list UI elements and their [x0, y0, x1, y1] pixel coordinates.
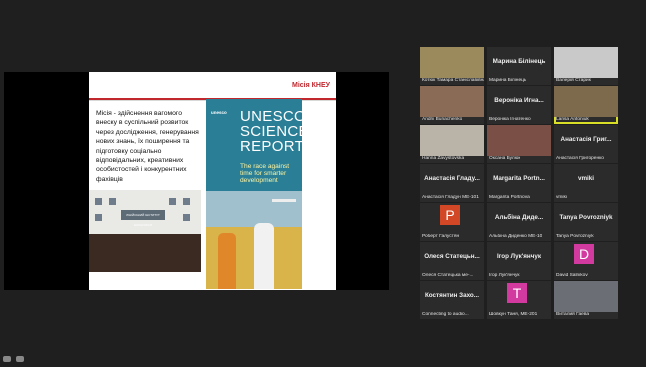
participant-tile[interactable]: Валерій Старик: [554, 47, 618, 85]
unesco-logo: unesco: [211, 110, 227, 115]
participant-tile[interactable]: Margarita Portn... Margarita Portnova: [487, 164, 551, 202]
participant-tile[interactable]: Tanya Povrozniyk Tanya Povrozniyk: [554, 203, 618, 241]
window: [183, 198, 190, 205]
participant-display-name: Олеся Статецьн...: [424, 253, 480, 260]
participant-label: Марина Білінець: [489, 78, 527, 83]
participant-tile[interactable]: D David Salnikov: [554, 242, 618, 280]
participant-tile[interactable]: Andrii Buriachenko: [420, 86, 484, 124]
participant-tile[interactable]: Hanna Zavystovska: [420, 125, 484, 163]
participant-label: Hanna Zavystovska: [422, 156, 465, 161]
participant-avatar: D: [574, 244, 594, 264]
participant-label: Анастасія Гладун МЕ-101: [422, 195, 479, 200]
participant-tile[interactable]: Марина Білінець Марина Білінець: [487, 47, 551, 85]
window: [95, 198, 102, 205]
participant-video: [554, 281, 618, 312]
participant-tile[interactable]: Анастасія Гладу... Анастасія Гладун МЕ-10…: [420, 164, 484, 202]
participant-label: Альбіна Диденко МЕ-10: [489, 234, 543, 239]
participant-tile[interactable]: Костянтин Захо... Connecting to audio...: [420, 281, 484, 319]
participant-label: Вероніка Ігнатенко: [489, 117, 531, 122]
building-facade: ЛІНІЙСЬКИЙ ІНСТИТУТ ЕКОНОМІКИ: [89, 190, 201, 236]
participant-video: [554, 47, 618, 78]
participant-tile[interactable]: P Роберт Галустян: [420, 203, 484, 241]
participant-display-name: Анастасія Григ...: [560, 136, 612, 143]
participant-label: Margarita Portnova: [489, 195, 530, 200]
participant-label: Анастасія Григоренко: [556, 156, 604, 161]
participant-tile[interactable]: Вероніка Игна... Вероніка Ігнатенко: [487, 86, 551, 124]
report-title: UNESCO SCIENCE REPORT: [240, 108, 302, 155]
participant-avatar: P: [440, 205, 460, 225]
participant-display-name: Костянтин Захо...: [424, 292, 480, 299]
presentation-slide: Місія КНЕУ Місія - здійснення вагомого в…: [89, 72, 336, 290]
university-photo: ЛІНІЙСЬКИЙ ІНСТИТУТ ЕКОНОМІКИ: [89, 190, 201, 272]
hazmat-figure: [254, 223, 274, 289]
participant-tile[interactable]: Олеся Статецьн... Олеся Статецька ме-...: [420, 242, 484, 280]
bottom-controls[interactable]: [3, 349, 53, 362]
slide-header: Місія КНЕУ: [89, 72, 336, 101]
participant-tile[interactable]: Ігор Лук'янчук Ігор Лук'янчук: [487, 242, 551, 280]
participant-tile[interactable]: Larisa Antoniuk: [554, 86, 618, 124]
participant-tile[interactable]: T Шовкун Таня, МЕ-201: [487, 281, 551, 319]
participant-display-name: Альбіна Диде...: [494, 214, 544, 221]
participant-tile[interactable]: Котюк Тамара Станіславівна: [420, 47, 484, 85]
graduates-crowd: [89, 234, 201, 272]
airplane-icon: [272, 199, 296, 202]
participant-display-name: Margarita Portn...: [493, 175, 545, 182]
participant-tile[interactable]: Анастасія Григ... Анастасія Григоренко: [554, 125, 618, 163]
building-sign: ЛІНІЙСЬКИЙ ІНСТИТУТ ЕКОНОМІКИ: [121, 210, 165, 227]
participant-display-name: Tanya Povrozniyk: [559, 214, 613, 221]
participant-tile[interactable]: vmiki vmiki: [554, 164, 618, 202]
participant-label: Валерій Старик: [556, 78, 591, 83]
participant-tile[interactable]: Виталий Гаева: [554, 281, 618, 319]
mic-icon[interactable]: [3, 356, 11, 362]
participant-avatar: T: [507, 283, 527, 303]
participant-label: Tanya Povrozniyk: [556, 234, 594, 239]
participant-label: Роберт Галустян: [422, 234, 460, 239]
participant-label: Виталий Гаева: [556, 312, 590, 317]
participant-display-name: Анастасія Гладу...: [424, 175, 480, 182]
participant-label: Larisa Antoniuk: [556, 117, 589, 122]
participant-label: Connecting to audio...: [422, 312, 469, 317]
participant-label: vmiki: [556, 195, 567, 200]
worker-figure: [218, 233, 236, 289]
unesco-report-cover: unesco UNESCO SCIENCE REPORT The race ag…: [206, 99, 302, 289]
participant-label: Котюк Тамара Станіславівна: [422, 78, 484, 83]
participant-video: [420, 86, 484, 117]
slide-title: Місія КНЕУ: [292, 82, 330, 89]
camera-icon[interactable]: [16, 356, 24, 362]
participant-label: Олеся Статецька ме-...: [422, 273, 474, 278]
mission-text: Місія - здійснення вагомого внеску в сус…: [96, 110, 199, 183]
participant-display-name: vmiki: [577, 175, 595, 182]
participant-label: Шовкун Таня, МЕ-201: [489, 312, 538, 317]
participant-video: [487, 125, 551, 156]
participant-display-name: Ігор Лук'янчук: [496, 253, 542, 260]
window: [95, 214, 102, 221]
participant-video: [420, 47, 484, 78]
participant-label: Andrii Buriachenko: [422, 117, 463, 122]
participant-display-name: Марина Білінець: [492, 58, 546, 65]
participant-video: [554, 86, 618, 117]
participant-label: David Salnikov: [556, 273, 588, 278]
window: [109, 198, 116, 205]
participant-video: [420, 125, 484, 156]
window: [183, 214, 190, 221]
participant-display-name: Вероніка Игна...: [494, 97, 544, 104]
participant-tile[interactable]: Альбіна Диде... Альбіна Диденко МЕ-10: [487, 203, 551, 241]
window: [169, 198, 176, 205]
participant-label: Оксана Булюк: [489, 156, 521, 161]
participant-label: Ігор Лук'янчук: [489, 273, 520, 278]
participant-tile[interactable]: Оксана Булюк: [487, 125, 551, 163]
report-subtitle: The race against time for smarter develo…: [240, 163, 290, 184]
